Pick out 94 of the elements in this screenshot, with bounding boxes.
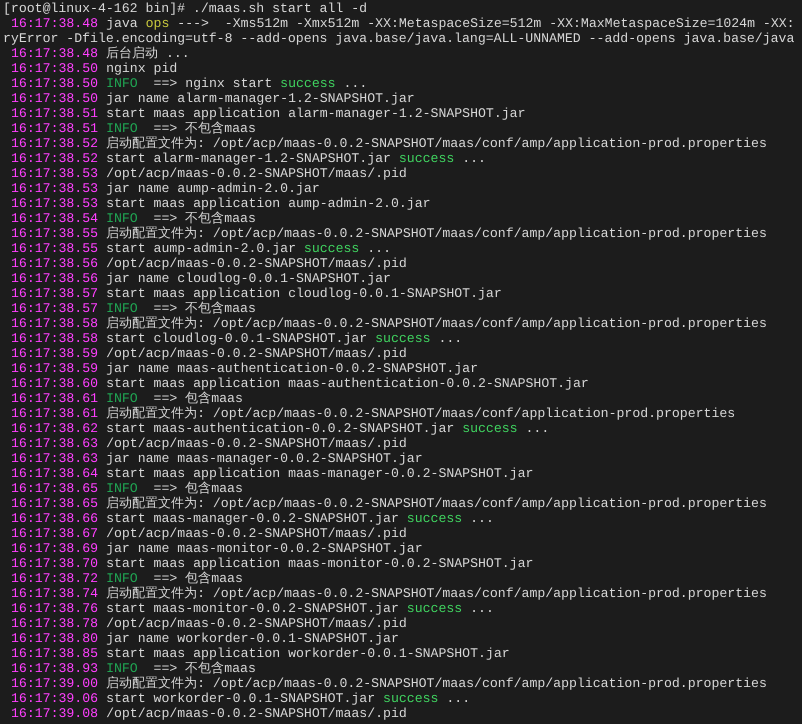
timestamp: 16:17:38.52 bbox=[11, 136, 98, 151]
log-message: 启动配置文件为: /opt/acp/maas-0.0.2-SNAPSHOT/maas/conf/application-prod.properties bbox=[106, 406, 736, 421]
timestamp: 16:17:38.74 bbox=[11, 586, 98, 601]
log-message: jar name aump-admin-2.0.jar bbox=[106, 181, 320, 196]
log-message: 启动配置文件为: /opt/acp/maas-0.0.2-SNAPSHOT/maas/conf/amp/application-prod.properties bbox=[106, 586, 767, 601]
log-message: jar name maas-authentication-0.0.2-SNAPSHOT.jar bbox=[106, 361, 478, 376]
timestamp: 16:17:38.61 bbox=[11, 391, 98, 406]
log-message: INFO ==> 不包含maas bbox=[106, 121, 256, 136]
log-message: INFO ==> nginx start success ... bbox=[106, 76, 368, 91]
log-message: 启动配置文件为: /opt/acp/maas-0.0.2-SNAPSHOT/maas/conf/amp/application-prod.properties bbox=[106, 316, 767, 331]
timestamp: 16:17:38.57 bbox=[11, 286, 98, 301]
timestamp: 16:17:38.65 bbox=[11, 481, 98, 496]
log-message: 后台启动 ... bbox=[106, 46, 190, 61]
log-message: start maas application maas-manager-0.0.2-SNAPSHOT.jar bbox=[106, 466, 534, 481]
timestamp: 16:17:38.53 bbox=[11, 196, 98, 211]
log-message: jar name alarm-manager-1.2-SNAPSHOT.jar bbox=[106, 91, 415, 106]
log-message: 启动配置文件为: /opt/acp/maas-0.0.2-SNAPSHOT/maas/conf/amp/application-prod.properties bbox=[106, 676, 767, 691]
timestamp: 16:17:38.93 bbox=[11, 661, 98, 676]
timestamp: 16:17:38.50 bbox=[11, 76, 98, 91]
timestamp: 16:17:38.48 bbox=[11, 16, 98, 31]
timestamp: 16:17:38.48 bbox=[11, 46, 98, 61]
timestamp: 16:17:38.55 bbox=[11, 226, 98, 241]
log-message: start maas application maas-authentication-0.0.2-SNAPSHOT.jar bbox=[106, 376, 589, 391]
log-message: /opt/acp/maas-0.0.2-SNAPSHOT/maas/.pid bbox=[106, 706, 407, 721]
timestamp: 16:17:38.52 bbox=[11, 151, 98, 166]
log-message: start alarm-manager-1.2-SNAPSHOT.jar success ... bbox=[106, 151, 486, 166]
log-message: start maas application workorder-0.0.1-SNAPSHOT.jar bbox=[106, 646, 510, 661]
log-message: /opt/acp/maas-0.0.2-SNAPSHOT/maas/.pid bbox=[106, 526, 407, 541]
log-message: start workorder-0.0.1-SNAPSHOT.jar success ... bbox=[106, 691, 470, 706]
timestamp: 16:17:38.70 bbox=[11, 556, 98, 571]
timestamp: 16:17:38.69 bbox=[11, 541, 98, 556]
timestamp: 16:17:38.55 bbox=[11, 241, 98, 256]
log-message: jar name maas-manager-0.0.2-SNAPSHOT.jar bbox=[106, 451, 423, 466]
timestamp: 16:17:38.63 bbox=[11, 451, 98, 466]
log-message: /opt/acp/maas-0.0.2-SNAPSHOT/maas/.pid bbox=[106, 616, 407, 631]
timestamp: 16:17:39.00 bbox=[11, 676, 98, 691]
log-message: start maas-authentication-0.0.2-SNAPSHOT.jar success ... bbox=[106, 421, 550, 436]
log-message: start maas application aump-admin-2.0.jar bbox=[106, 196, 431, 211]
log-message: INFO ==> 不包含maas bbox=[106, 211, 256, 226]
timestamp: 16:17:38.59 bbox=[11, 346, 98, 361]
log-message: 启动配置文件为: /opt/acp/maas-0.0.2-SNAPSHOT/maas/conf/amp/application-prod.properties bbox=[106, 136, 767, 151]
log-message: start cloudlog-0.0.1-SNAPSHOT.jar success ... bbox=[106, 331, 462, 346]
log-message: jar name workorder-0.0.1-SNAPSHOT.jar bbox=[106, 631, 399, 646]
log-message: 启动配置文件为: /opt/acp/maas-0.0.2-SNAPSHOT/maas/conf/amp/application-prod.properties bbox=[106, 496, 767, 511]
timestamp: 16:17:38.64 bbox=[11, 466, 98, 481]
log-message: /opt/acp/maas-0.0.2-SNAPSHOT/maas/.pid bbox=[106, 166, 407, 181]
timestamp: 16:17:38.51 bbox=[11, 106, 98, 121]
log-message: ryError -Dfile.encoding=utf-8 --add-opens java.base/java.lang=ALL-UNNAMED --add-opens java.base/java bbox=[3, 31, 794, 46]
log-message: jar name maas-monitor-0.0.2-SNAPSHOT.jar bbox=[106, 541, 423, 556]
timestamp: 16:17:38.65 bbox=[11, 496, 98, 511]
timestamp: 16:17:39.06 bbox=[11, 691, 98, 706]
log-message: INFO ==> 包含maas bbox=[106, 571, 243, 586]
timestamp: 16:17:38.78 bbox=[11, 616, 98, 631]
timestamp: 16:17:38.56 bbox=[11, 256, 98, 271]
log-message: /opt/acp/maas-0.0.2-SNAPSHOT/maas/.pid bbox=[106, 436, 407, 451]
timestamp: 16:17:38.57 bbox=[11, 301, 98, 316]
log-message: INFO ==> 不包含maas bbox=[106, 661, 256, 676]
log-message: start maas-manager-0.0.2-SNAPSHOT.jar success ... bbox=[106, 511, 494, 526]
timestamp: 16:17:38.63 bbox=[11, 436, 98, 451]
timestamp: 16:17:38.58 bbox=[11, 331, 98, 346]
timestamp: 16:17:38.58 bbox=[11, 316, 98, 331]
timestamp: 16:17:38.72 bbox=[11, 571, 98, 586]
timestamp: 16:17:38.53 bbox=[11, 166, 98, 181]
log-message: jar name cloudlog-0.0.1-SNAPSHOT.jar bbox=[106, 271, 391, 286]
log-message: start maas application cloudlog-0.0.1-SNAPSHOT.jar bbox=[106, 286, 502, 301]
log-message: start maas application alarm-manager-1.2-SNAPSHOT.jar bbox=[106, 106, 526, 121]
log-message: INFO ==> 不包含maas bbox=[106, 301, 256, 316]
timestamp: 16:17:38.51 bbox=[11, 121, 98, 136]
timestamp: 16:17:38.54 bbox=[11, 211, 98, 226]
timestamp: 16:17:38.76 bbox=[11, 601, 98, 616]
timestamp: 16:17:38.50 bbox=[11, 91, 98, 106]
timestamp: 16:17:38.85 bbox=[11, 646, 98, 661]
log-message: /opt/acp/maas-0.0.2-SNAPSHOT/maas/.pid bbox=[106, 346, 407, 361]
timestamp: 16:17:38.66 bbox=[11, 511, 98, 526]
timestamp: 16:17:38.53 bbox=[11, 181, 98, 196]
timestamp: 16:17:38.67 bbox=[11, 526, 98, 541]
timestamp: 16:17:38.56 bbox=[11, 271, 98, 286]
log-message: INFO ==> 包含maas bbox=[106, 391, 243, 406]
log-message: java ops ---> -Xms512m -Xmx512m -XX:MetaspaceSize=512m -XX:MaxMetaspaceSize=1024m -XX: bbox=[106, 16, 795, 31]
log-message: /opt/acp/maas-0.0.2-SNAPSHOT/maas/.pid bbox=[106, 256, 407, 271]
timestamp: 16:17:38.59 bbox=[11, 361, 98, 376]
timestamp: 16:17:38.80 bbox=[11, 631, 98, 646]
log-message: INFO ==> 包含maas bbox=[106, 481, 243, 496]
log-message: 启动配置文件为: /opt/acp/maas-0.0.2-SNAPSHOT/maas/conf/amp/application-prod.properties bbox=[106, 226, 767, 241]
log-message: nginx pid bbox=[106, 61, 178, 76]
log-message: start maas application maas-monitor-0.0.2-SNAPSHOT.jar bbox=[106, 556, 534, 571]
log-message: start maas-monitor-0.0.2-SNAPSHOT.jar success ... bbox=[106, 601, 494, 616]
command-prompt: [root@linux-4-162 bin]# ./maas.sh start all -d bbox=[3, 1, 368, 16]
timestamp: 16:17:38.62 bbox=[11, 421, 98, 436]
timestamp: 16:17:38.50 bbox=[11, 61, 98, 76]
timestamp: 16:17:38.61 bbox=[11, 406, 98, 421]
timestamp: 16:17:39.08 bbox=[11, 706, 98, 721]
timestamp: 16:17:38.60 bbox=[11, 376, 98, 391]
log-message: start aump-admin-2.0.jar success ... bbox=[106, 241, 391, 256]
